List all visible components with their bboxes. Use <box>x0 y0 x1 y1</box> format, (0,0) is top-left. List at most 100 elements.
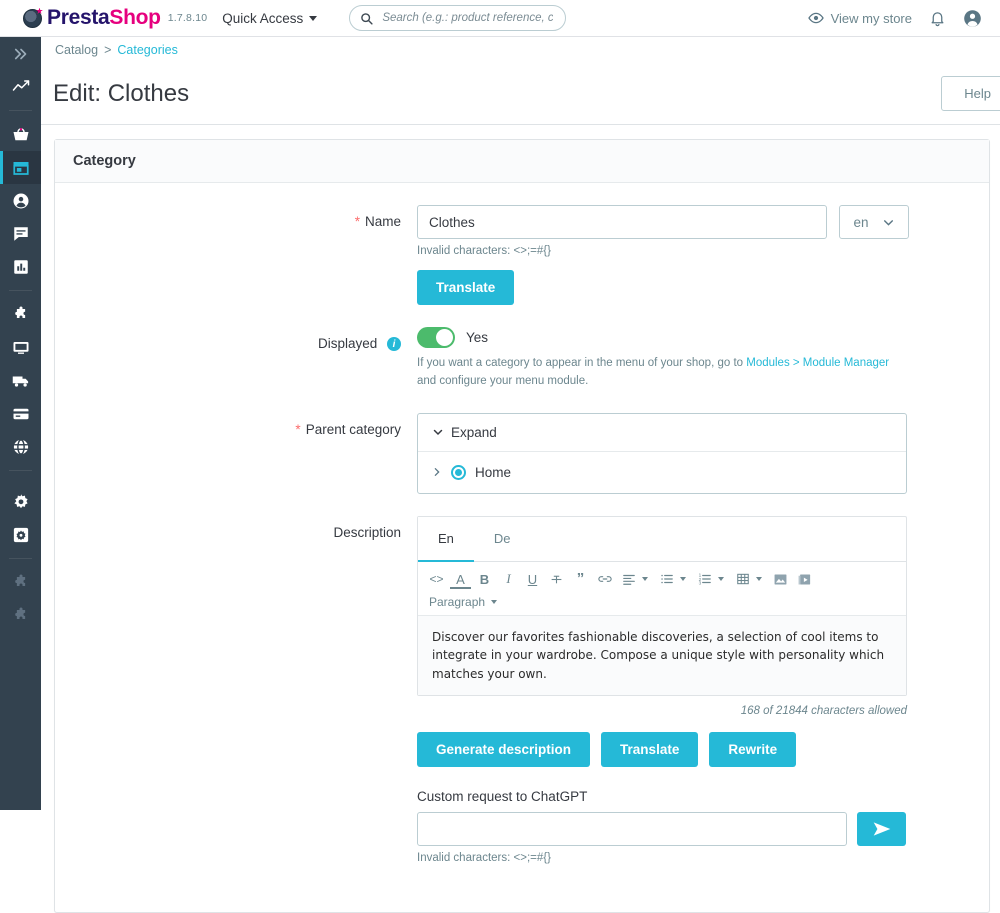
displayed-toggle[interactable] <box>417 327 455 348</box>
sidebar-item-module-extra-2[interactable] <box>0 599 41 632</box>
category-card: Category *Name en <box>54 139 990 913</box>
sidebar-item-payment[interactable] <box>0 397 41 430</box>
sidebar-item-customer-service[interactable] <box>0 217 41 250</box>
table-icon[interactable] <box>732 569 753 590</box>
breadcrumb-current[interactable]: Categories <box>117 43 177 57</box>
send-gpt-request-button[interactable] <box>857 812 906 846</box>
displayed-hint: If you want a category to appear in the … <box>417 355 895 391</box>
language-select[interactable]: en <box>839 205 909 239</box>
parent-category-label: Parent category <box>306 422 401 437</box>
search-input[interactable] <box>380 11 555 25</box>
align-dropdown-caret-icon[interactable] <box>642 577 648 581</box>
global-search[interactable] <box>349 5 566 31</box>
bar-chart-icon <box>12 258 30 276</box>
chevron-down-icon <box>432 426 444 438</box>
module-manager-link[interactable]: Modules > Module Manager <box>746 357 889 369</box>
displayed-toggle-value: Yes <box>466 330 488 345</box>
gpt-request-input[interactable] <box>417 812 847 846</box>
rewrite-description-button[interactable]: Rewrite <box>709 732 796 767</box>
description-label-wrap: Description <box>73 516 417 865</box>
chevron-down-icon <box>491 600 497 604</box>
table-dropdown-caret-icon[interactable] <box>756 577 762 581</box>
sidebar-item-dashboard[interactable] <box>0 70 41 103</box>
logo-text-shop: Shop <box>109 6 160 30</box>
generate-description-button[interactable]: Generate description <box>417 732 590 767</box>
info-icon[interactable]: i <box>387 337 401 351</box>
sidebar-divider <box>9 110 32 111</box>
globe-icon <box>12 438 30 456</box>
sidebar-item-collapse[interactable] <box>0 37 41 70</box>
ai-buttons-row: Generate description Translate Rewrite <box>417 732 971 767</box>
displayed-hint-before: If you want a category to appear in the … <box>417 357 746 369</box>
chevron-double-right-icon <box>12 45 30 63</box>
content-area: Category *Name en <box>41 125 1000 809</box>
numbered-list-icon[interactable]: 123 <box>694 569 715 590</box>
text-color-icon[interactable]: A <box>450 572 471 589</box>
sidebar-item-design[interactable] <box>0 331 41 364</box>
sidebar-item-international[interactable] <box>0 430 41 463</box>
code-icon[interactable]: <> <box>426 569 447 590</box>
breadcrumb-parent[interactable]: Catalog <box>55 43 98 57</box>
card-body: *Name en Invalid characters: <>;=#{} Tra… <box>55 183 989 912</box>
language-select-value: en <box>853 215 868 230</box>
image-icon[interactable] <box>770 569 791 590</box>
sidebar-item-shop-parameters[interactable] <box>0 485 41 518</box>
block-format-dropdown[interactable]: Paragraph <box>429 595 898 609</box>
parent-category-radio[interactable] <box>451 465 466 480</box>
name-label: Name <box>365 214 401 229</box>
prestashop-logo-icon <box>23 9 42 28</box>
character-count: 168 of 21844 characters allowed <box>417 705 907 717</box>
expand-tree-toggle[interactable]: Expand <box>418 414 906 452</box>
translate-name-button[interactable]: Translate <box>417 270 514 305</box>
page-title: Edit: Clothes <box>53 80 189 108</box>
bold-icon[interactable]: B <box>474 569 495 590</box>
link-icon[interactable] <box>594 569 615 590</box>
sidebar-item-advanced-parameters[interactable] <box>0 518 41 551</box>
strikethrough-icon[interactable] <box>546 569 567 590</box>
translate-description-button[interactable]: Translate <box>601 732 698 767</box>
bullet-list-icon[interactable] <box>656 569 677 590</box>
blockquote-icon[interactable]: ” <box>570 569 591 590</box>
prestashop-logo[interactable]: PrestaShop 1.7.8.10 <box>23 6 207 30</box>
underline-icon[interactable]: U <box>522 569 543 590</box>
sidebar-item-module-extra-1[interactable] <box>0 566 41 599</box>
sidebar-item-modules[interactable] <box>0 298 41 331</box>
puzzle-icon <box>12 607 30 625</box>
person-circle-icon <box>12 192 30 210</box>
displayed-hint-after: and configure your menu module. <box>417 375 588 387</box>
sidebar-item-catalog[interactable] <box>0 151 41 184</box>
sidebar-item-customers[interactable] <box>0 184 41 217</box>
editor-language-tabs: En De <box>418 517 906 562</box>
name-input[interactable] <box>417 205 827 239</box>
numbered-list-dropdown-caret-icon[interactable] <box>718 577 724 581</box>
video-icon[interactable] <box>794 569 815 590</box>
sidebar-item-orders[interactable] <box>0 118 41 151</box>
user-account-icon[interactable] <box>963 9 982 28</box>
chevron-right-icon[interactable] <box>432 466 442 478</box>
italic-icon[interactable]: I <box>498 569 519 590</box>
bell-icon[interactable] <box>929 10 946 27</box>
trending-up-icon <box>12 78 30 96</box>
bullet-list-dropdown-caret-icon[interactable] <box>680 577 686 581</box>
puzzle-icon <box>12 306 30 324</box>
description-label: Description <box>333 525 401 540</box>
truck-icon <box>12 372 30 390</box>
description-content[interactable]: Discover our favorites fashionable disco… <box>418 616 906 696</box>
description-editor: En De <> A B I U <box>417 516 907 697</box>
quick-access-menu[interactable]: Quick Access <box>222 11 317 26</box>
view-my-store-link[interactable]: View my store <box>808 10 912 26</box>
page-container: Catalog > Categories Edit: Clothes Help … <box>41 37 1000 810</box>
top-header: PrestaShop 1.7.8.10 Quick Access View my… <box>0 0 1000 37</box>
editor-tab-de[interactable]: De <box>474 517 531 562</box>
tree-node-home[interactable]: Home <box>418 452 906 493</box>
editor-tab-en[interactable]: En <box>418 517 474 562</box>
send-icon <box>872 819 892 839</box>
sidebar-item-shipping[interactable] <box>0 364 41 397</box>
shopping-cart-icon <box>12 126 30 144</box>
sidebar-divider <box>9 290 32 291</box>
sidebar-item-stats[interactable] <box>0 250 41 283</box>
view-my-store-label: View my store <box>831 11 912 26</box>
help-button[interactable]: Help <box>941 76 1000 111</box>
sidebar-divider <box>9 558 32 559</box>
align-left-icon[interactable] <box>618 569 639 590</box>
